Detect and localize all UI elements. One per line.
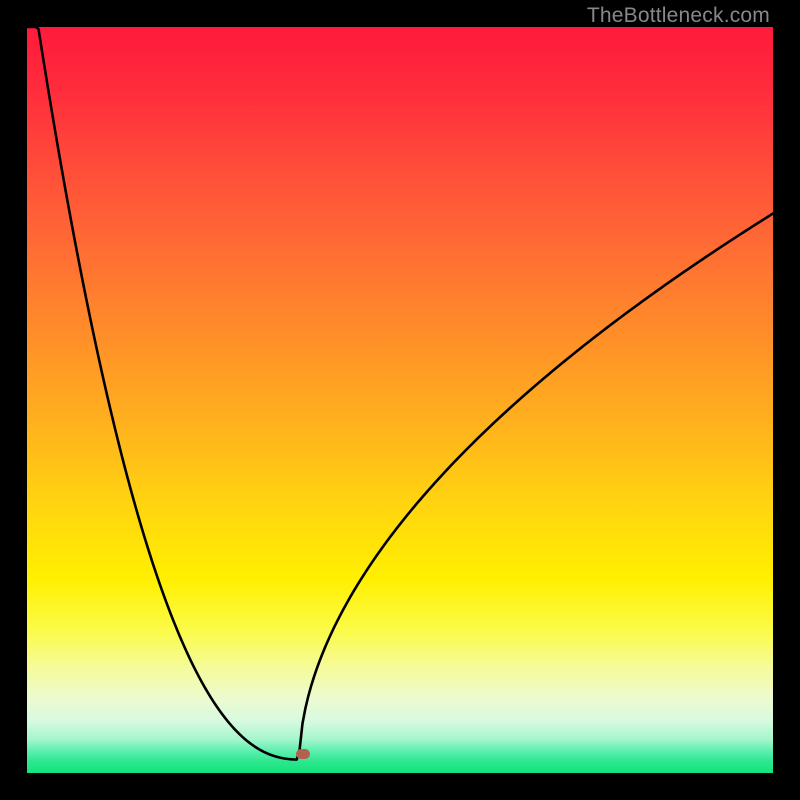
min-marker xyxy=(296,749,310,759)
plot-area xyxy=(27,27,773,773)
watermark: TheBottleneck.com xyxy=(587,4,770,28)
chart-curve xyxy=(27,27,773,773)
chart-frame: TheBottleneck.com xyxy=(0,0,800,800)
